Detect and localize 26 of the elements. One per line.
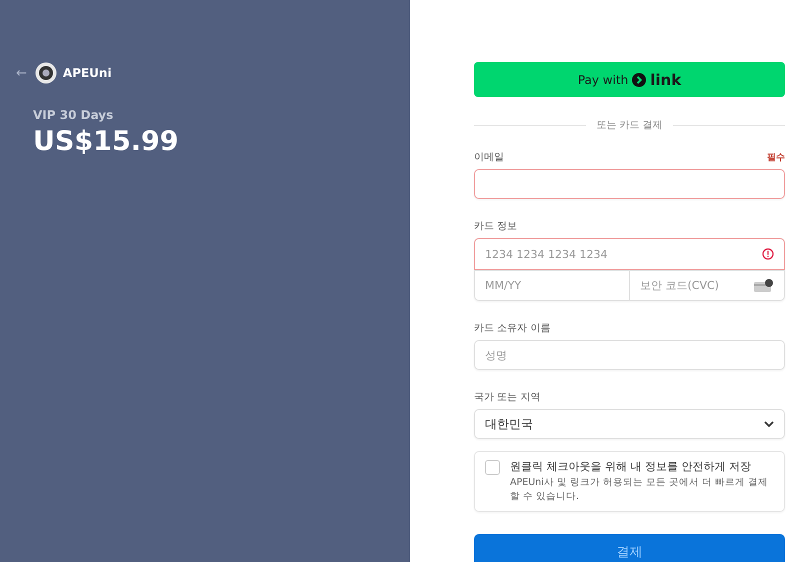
- product-name: VIP 30 Days: [33, 108, 114, 122]
- save-info-title: 원클릭 체크아웃을 위해 내 정보를 안전하게 저장: [510, 459, 752, 474]
- expiry-field[interactable]: MM/YY: [475, 271, 630, 300]
- error-icon: [762, 248, 774, 260]
- chevron-down-icon: [764, 420, 774, 428]
- chevron-icon: [632, 72, 646, 86]
- card-icon: [754, 279, 774, 292]
- required-label: 필수: [767, 152, 785, 164]
- price: US$15.99: [33, 126, 180, 157]
- checkbox[interactable]: [485, 460, 500, 475]
- email-field[interactable]: [474, 169, 785, 199]
- field-label: 카드 정보: [474, 220, 518, 233]
- card-number-field[interactable]: 1234 1234 1234 1234: [474, 238, 785, 270]
- pay-button[interactable]: 결제: [474, 534, 785, 562]
- logo-icon: [34, 62, 57, 84]
- merchant-name: APEUni: [62, 66, 112, 80]
- pay-with-link-button[interactable]: Pay with link: [474, 62, 785, 97]
- field-label: 국가 또는 지역: [474, 391, 540, 404]
- divider-label: 또는 카드 결제: [596, 119, 663, 132]
- cardholder-name-field[interactable]: 성명: [474, 340, 785, 370]
- save-info-description: APEUni사 및 링크가 허용되는 모든 곳에서 더 빠르게 결제할 수 있습니다.: [510, 476, 770, 504]
- cvc-field[interactable]: 보안 코드(CVC): [630, 271, 784, 300]
- country-select[interactable]: 대한민국: [474, 409, 785, 439]
- back-button[interactable]: ←: [16, 66, 27, 80]
- field-label: 카드 소유자 이름: [474, 322, 550, 335]
- field-label: 이메일: [474, 151, 504, 164]
